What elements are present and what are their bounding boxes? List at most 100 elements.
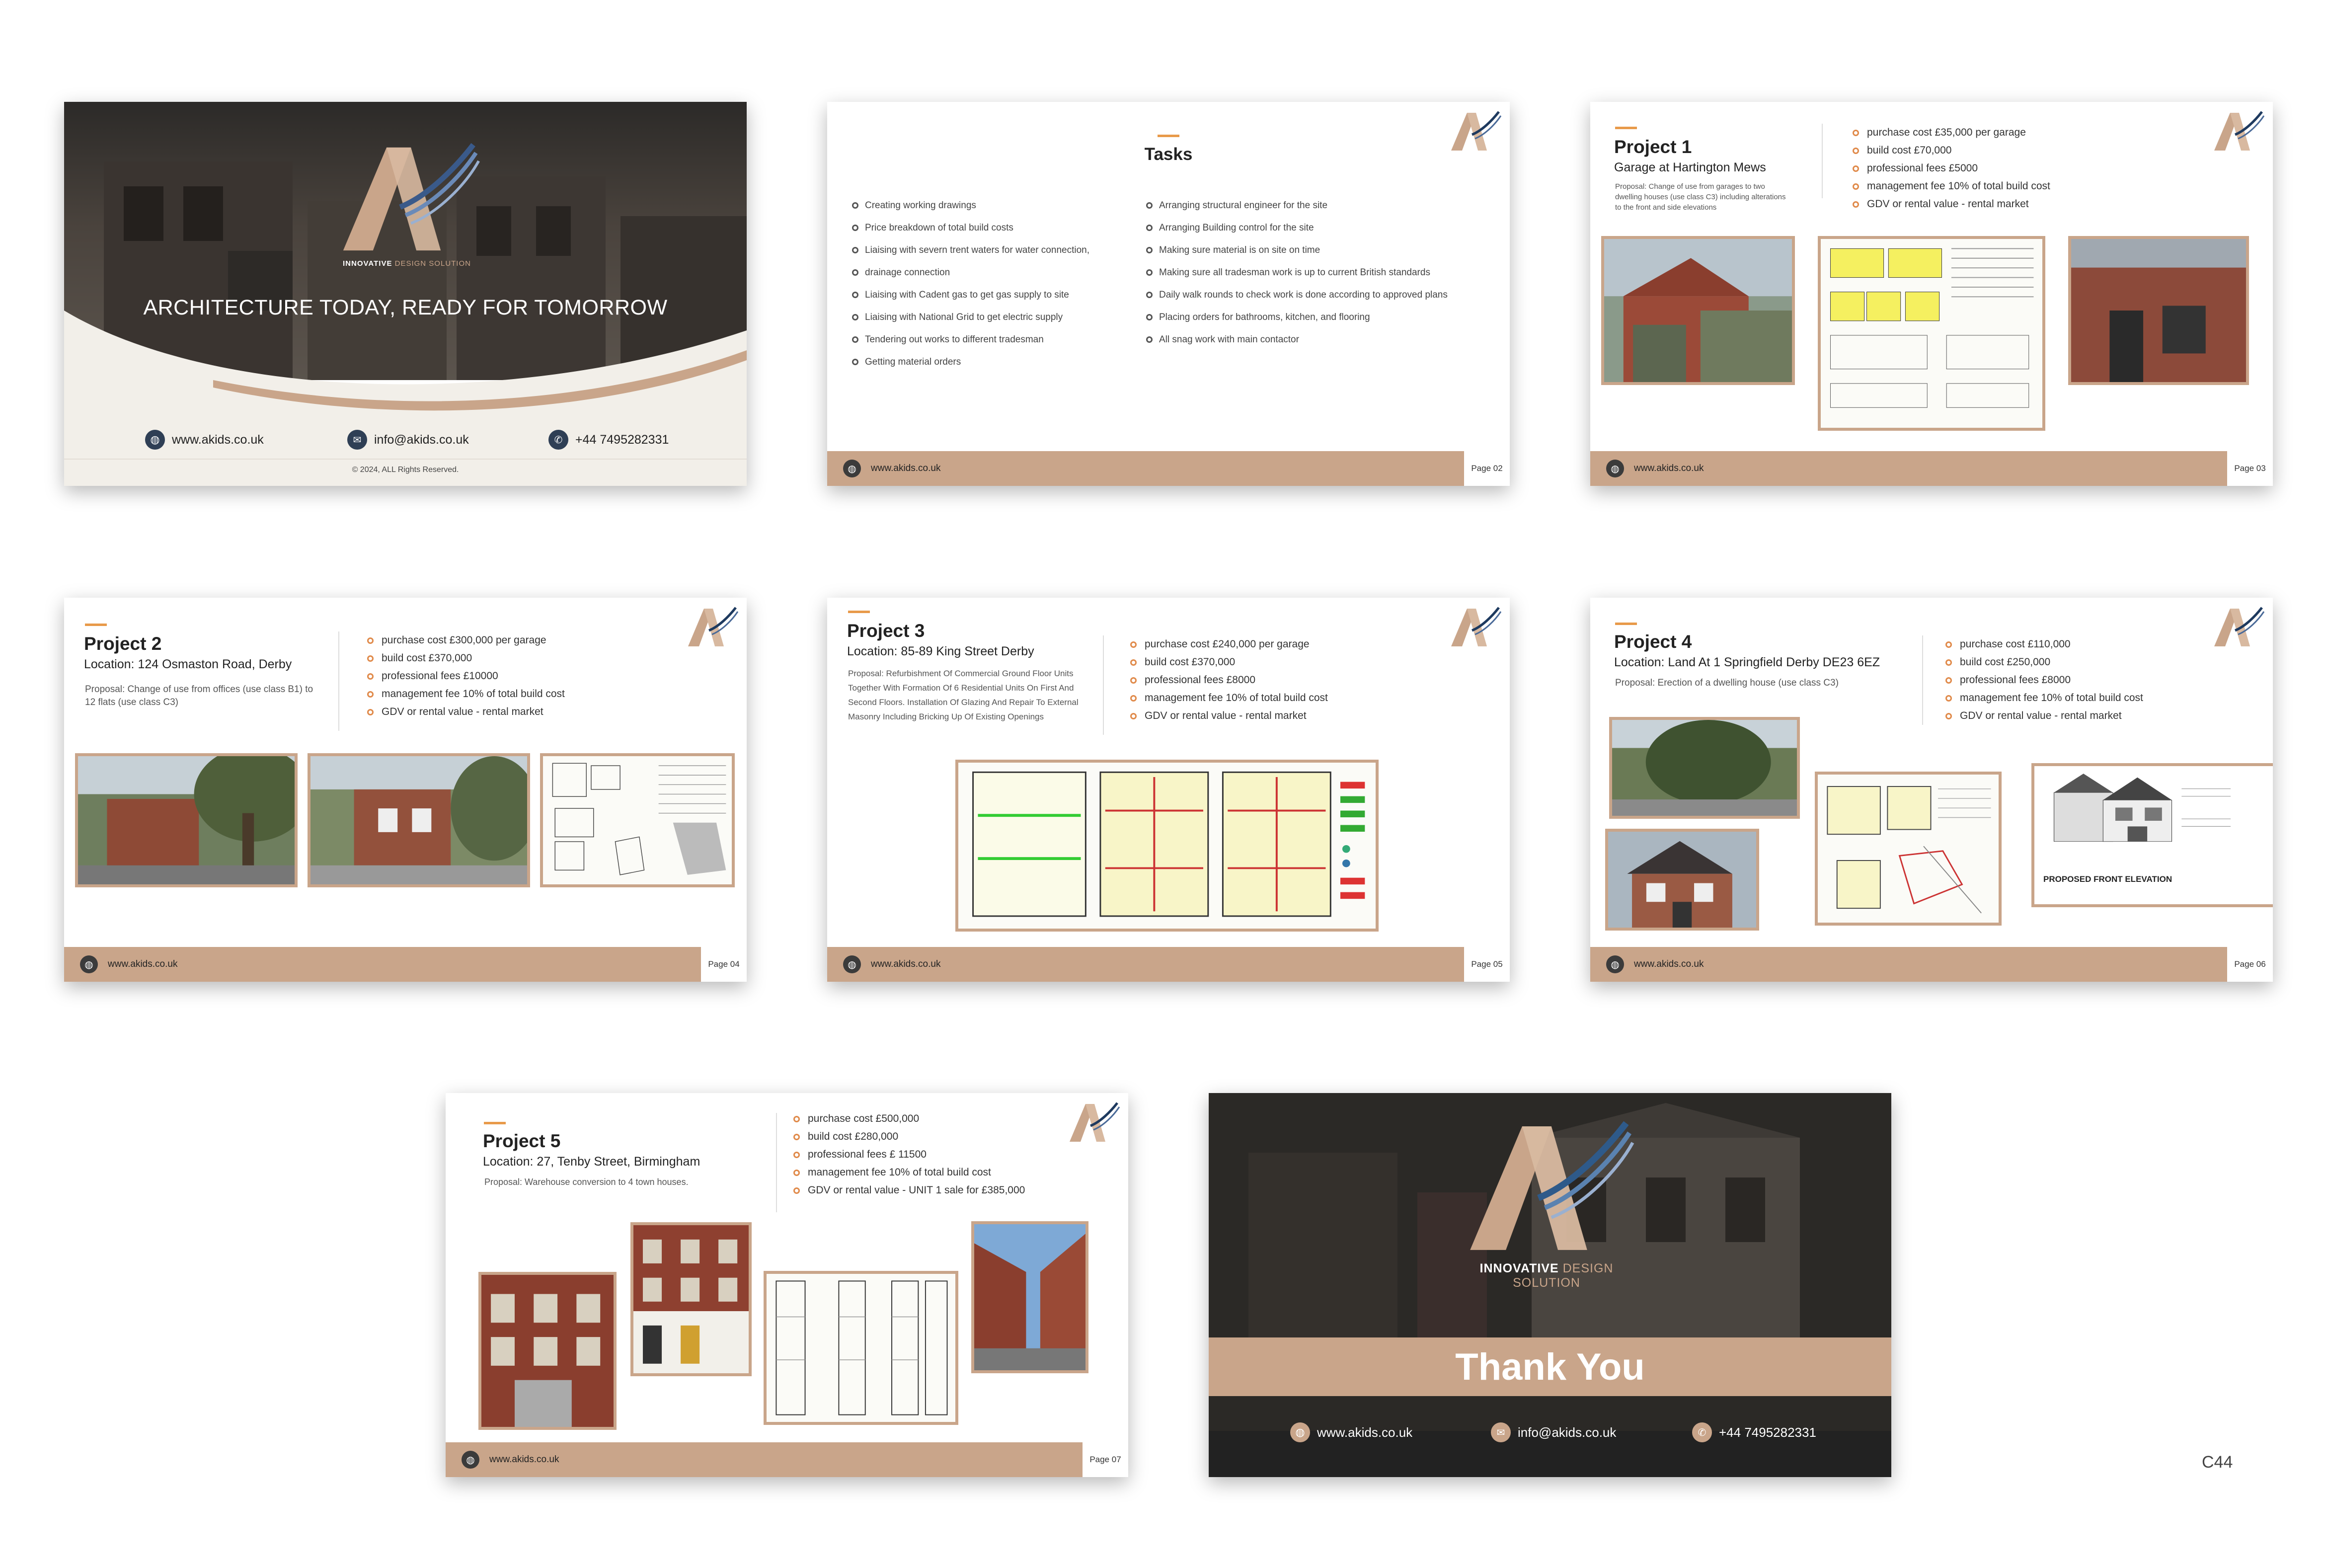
garage-photo (1601, 236, 1795, 385)
office-floor-plan (540, 753, 735, 887)
bullet-item: management fee 10% of total build cost (793, 1164, 1025, 1181)
bullet-circle-icon (1853, 201, 1859, 208)
footer-bar: ◍ www.akids.co.uk Page 02 (827, 451, 1510, 486)
footer-website[interactable]: www.akids.co.uk (489, 1454, 559, 1465)
bullet-item: professional fees £5000 (1853, 159, 2050, 177)
brand-name-b: DESIGN SOLUTION (394, 259, 471, 268)
footer-website[interactable]: www.akids.co.uk (871, 959, 940, 970)
sheet-code: C44 (2202, 1453, 2233, 1472)
bullet-circle-icon (852, 247, 858, 253)
elevation-label: PROPOSED FRONT ELEVATION (2043, 874, 2172, 884)
task-item: Arranging structural engineer for the si… (1146, 194, 1448, 217)
converted-house-photo (2068, 236, 2249, 385)
bullet-circle-icon (1130, 677, 1137, 684)
bullet-circle-icon (1146, 314, 1153, 320)
project-title: Project 2 (84, 633, 162, 654)
cover-headline: ARCHITECTURE TODAY, READY FOR TOMORROW (143, 296, 668, 319)
slide-project-1: Project 1 Garage at Hartington Mews Prop… (1590, 102, 2273, 486)
globe-icon: ◍ (80, 955, 98, 973)
contact-website[interactable]: ◍ www.akids.co.uk (145, 430, 264, 450)
building-photo-street (75, 753, 298, 887)
page-number: Page 05 (1464, 947, 1510, 982)
bullet-item: professional fees £ 11500 (793, 1146, 1025, 1164)
page-number: Page 02 (1464, 451, 1510, 486)
task-item: Making sure all tradesman work is up to … (1146, 261, 1448, 284)
phone-text: +44 7495282331 (575, 432, 669, 447)
contact-email[interactable]: ✉ info@akids.co.uk (347, 430, 469, 450)
project-proposal: Proposal: Refurbishment Of Commercial Gr… (848, 669, 1079, 721)
title-accent (484, 1122, 506, 1124)
bullet-item: management fee 10% of total build cost (1945, 689, 2143, 707)
divider-line (1922, 635, 1923, 725)
slide-tasks: Tasks Creating working drawings Price br… (827, 102, 1510, 486)
bullet-circle-icon (367, 655, 374, 662)
bullet-circle-icon (793, 1187, 800, 1194)
title-accent (1615, 623, 1637, 625)
building-photo-front (308, 753, 530, 887)
divider-line (338, 631, 339, 731)
task-item: Liaising with Cadent gas to get gas supp… (852, 284, 1089, 306)
bullet-circle-icon (1853, 183, 1859, 190)
footer-bar: ◍ www.akids.co.uk Page 07 (446, 1442, 1128, 1477)
tasks-title: Tasks (1144, 145, 1193, 164)
site-layout-plan (1815, 772, 2002, 926)
thank-you-title: Thank You (1455, 1345, 1645, 1388)
task-item: All snag work with main contactor (1146, 328, 1448, 351)
phone-text: +44 7495282331 (1719, 1424, 1816, 1440)
closing-contact-row: ◍ www.akids.co.uk ✉ info@akids.co.uk ✆ +… (1209, 1418, 1891, 1448)
project-proposal: Proposal: Change of use from offices (us… (85, 684, 313, 707)
project-title: Project 5 (483, 1131, 561, 1151)
divider-line (1822, 124, 1823, 198)
bullet-item: GDV or rental value - rental market (1130, 707, 1328, 725)
townhouse-floor-plans (764, 1271, 958, 1425)
bullet-item: management fee 10% of total build cost (1130, 689, 1328, 707)
bullet-circle-icon (852, 292, 858, 298)
cover-logo: INNOVATIVE DESIGN SOLUTION (332, 137, 481, 271)
garage-floor-plan (1818, 236, 2045, 431)
bullet-circle-icon (852, 269, 858, 276)
ak-logo (2210, 605, 2265, 654)
site-photo (1609, 717, 1800, 819)
bullet-item: purchase cost £35,000 per garage (1853, 124, 2050, 142)
globe-icon: ◍ (462, 1451, 479, 1469)
bullet-circle-icon (1146, 269, 1153, 276)
tasks-right-list: Arranging structural engineer for the si… (1146, 194, 1448, 351)
bullet-circle-icon (1146, 336, 1153, 343)
project-subtitle: Location: 27, Tenby Street, Birmingham (483, 1155, 700, 1169)
footer-bar: ◍ www.akids.co.uk Page 06 (1590, 947, 2273, 982)
warehouse-photo-2 (630, 1222, 752, 1376)
bullet-item: professional fees £10000 (367, 667, 565, 685)
task-item: Liaising with severn trent waters for wa… (852, 239, 1089, 261)
bullet-item: professional fees £8000 (1945, 671, 2143, 689)
contact-website[interactable]: ◍ www.akids.co.uk (1290, 1422, 1412, 1442)
contact-email[interactable]: ✉ info@akids.co.uk (1491, 1422, 1616, 1442)
footer-website[interactable]: www.akids.co.uk (108, 959, 177, 970)
slide-project-3: Project 3 Location: 85-89 King Street De… (827, 598, 1510, 982)
cover-divider (64, 459, 747, 460)
bullet-item: GDV or rental value - rental market (367, 703, 565, 721)
thank-you-band: Thank You (1209, 1337, 1891, 1396)
contact-phone[interactable]: ✆ +44 7495282331 (548, 430, 669, 450)
contact-phone[interactable]: ✆ +44 7495282331 (1692, 1422, 1816, 1442)
house-render-photo (1605, 829, 1759, 931)
divider-line (1103, 635, 1104, 735)
brand-name-a: INNOVATIVE (343, 259, 392, 268)
page-number: Page 03 (2227, 451, 2273, 486)
globe-icon: ◍ (1290, 1422, 1310, 1442)
globe-icon: ◍ (843, 955, 861, 973)
project-title: Project 4 (1614, 631, 1692, 652)
footer-bar: ◍ www.akids.co.uk Page 04 (64, 947, 747, 982)
project-proposal: Proposal: Warehouse conversion to 4 town… (484, 1177, 689, 1187)
footer-website[interactable]: www.akids.co.uk (1634, 463, 1704, 474)
project-subtitle: Location: 124 Osmaston Road, Derby (84, 657, 292, 671)
project-subtitle: Location: 85-89 King Street Derby (847, 644, 1034, 658)
bullet-item: professional fees £8000 (1130, 671, 1328, 689)
bullet-circle-icon (367, 708, 374, 715)
bullet-circle-icon (1130, 659, 1137, 666)
task-item: Making sure material is on site on time (1146, 239, 1448, 261)
bullet-circle-icon (793, 1169, 800, 1176)
page-number: Page 07 (1083, 1442, 1128, 1477)
footer-website[interactable]: www.akids.co.uk (1634, 959, 1704, 970)
bullet-circle-icon (367, 691, 374, 698)
footer-website[interactable]: www.akids.co.uk (871, 463, 940, 474)
